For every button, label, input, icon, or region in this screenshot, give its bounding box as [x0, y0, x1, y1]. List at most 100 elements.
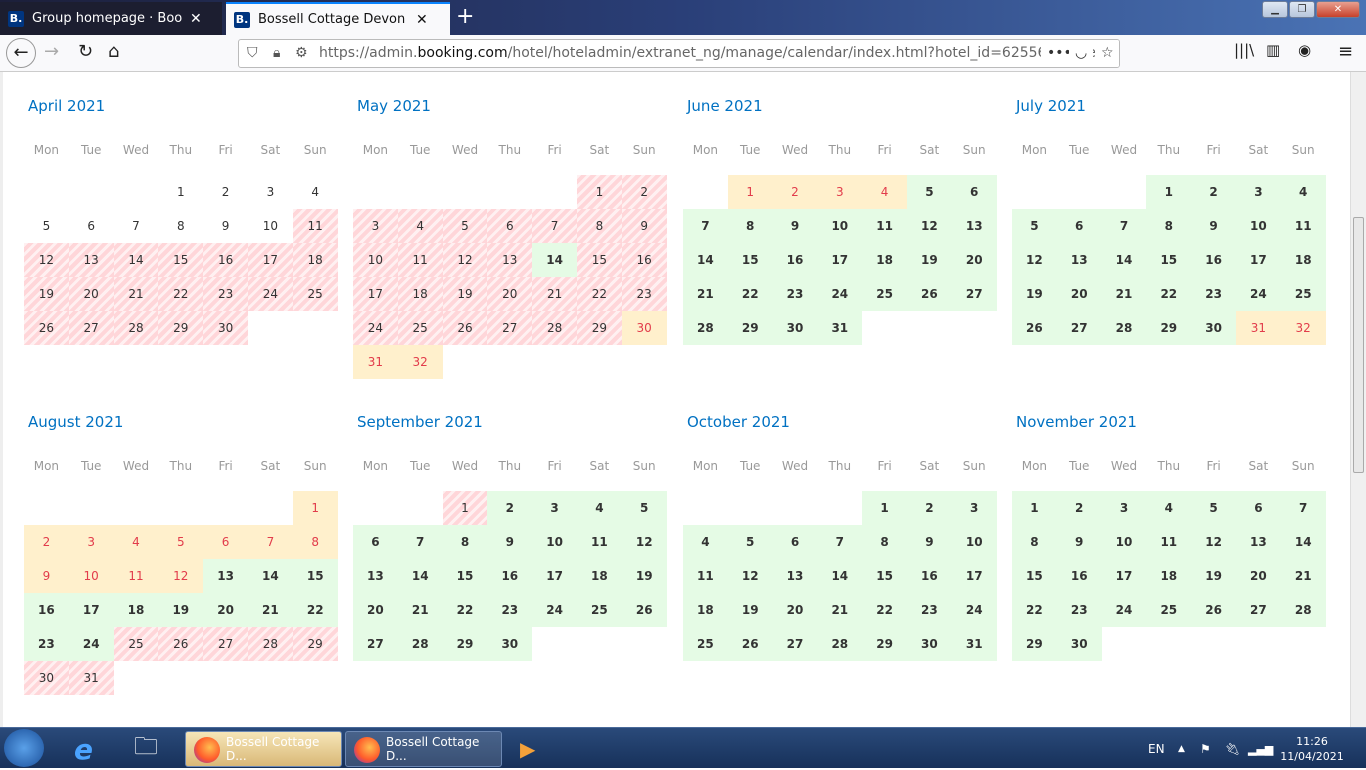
day-cell-open[interactable]: 12: [621, 525, 667, 559]
day-cell-open[interactable]: 1: [1012, 491, 1057, 525]
day-cell-open[interactable]: 25: [683, 627, 728, 661]
day-cell-open[interactable]: 29: [1146, 311, 1192, 345]
day-cell-open[interactable]: 16: [24, 593, 69, 627]
day-cell-open[interactable]: 16: [772, 243, 818, 277]
day-cell-open[interactable]: 12: [907, 209, 952, 243]
day-cell-closed[interactable]: 19: [442, 277, 488, 311]
day-cell-open[interactable]: 14: [397, 559, 443, 593]
day-cell-open[interactable]: 6: [353, 525, 398, 559]
day-cell-open[interactable]: 18: [862, 243, 907, 277]
day-cell-closed[interactable]: 21: [113, 277, 159, 311]
day-cell-booked[interactable]: 3: [68, 525, 114, 559]
day-cell-open[interactable]: 24: [1101, 593, 1147, 627]
day-cell-open[interactable]: 17: [1101, 559, 1147, 593]
day-cell-open[interactable]: 2: [1191, 175, 1236, 209]
day-cell-open[interactable]: 5: [1012, 209, 1057, 243]
day-cell-booked[interactable]: 12: [158, 559, 204, 593]
day-cell-closed[interactable]: 18: [292, 243, 338, 277]
day-cell-closed[interactable]: 23: [621, 277, 667, 311]
day-cell-open[interactable]: 24: [532, 593, 577, 627]
day-cell-open[interactable]: 7: [683, 209, 728, 243]
day-cell-open[interactable]: 10: [1236, 209, 1281, 243]
day-cell-open[interactable]: 15: [1146, 243, 1192, 277]
taskbar-window-2[interactable]: Bossell Cottage D...: [345, 731, 502, 767]
day-cell-open[interactable]: 18: [113, 593, 159, 627]
day-cell-open[interactable]: 1: [1146, 175, 1192, 209]
day-cell-open[interactable]: 15: [1012, 559, 1057, 593]
day-cell-closed[interactable]: 8: [577, 209, 622, 243]
day-cell-open[interactable]: 16: [907, 559, 952, 593]
back-button[interactable]: ←: [6, 38, 36, 68]
day-cell-closed[interactable]: 15: [577, 243, 622, 277]
day-cell-open[interactable]: 31: [817, 311, 863, 345]
day-cell-open[interactable]: 7: [1101, 209, 1147, 243]
day-cell-closed[interactable]: 24: [353, 311, 398, 345]
day-cell-open[interactable]: 2: [1056, 491, 1102, 525]
day-cell-closed[interactable]: 22: [158, 277, 204, 311]
day-cell-open[interactable]: 26: [1191, 593, 1236, 627]
day-cell-open[interactable]: 11: [683, 559, 728, 593]
day-cell-open[interactable]: 20: [353, 593, 398, 627]
day-cell-open[interactable]: 24: [68, 627, 114, 661]
day-cell-open[interactable]: 20: [203, 593, 248, 627]
day-cell-open[interactable]: 31: [951, 627, 997, 661]
day-cell-booked[interactable]: 2: [24, 525, 69, 559]
day-cell-open[interactable]: 25: [1280, 277, 1326, 311]
day-cell-closed[interactable]: 20: [68, 277, 114, 311]
day-cell-open[interactable]: 25: [862, 277, 907, 311]
day-cell-open[interactable]: 24: [1236, 277, 1281, 311]
day-cell-open[interactable]: 28: [817, 627, 863, 661]
day-cell-booked[interactable]: 4: [113, 525, 159, 559]
scrollbar[interactable]: [1350, 72, 1366, 727]
day-cell-open[interactable]: 17: [817, 243, 863, 277]
day-cell-booked[interactable]: 9: [24, 559, 69, 593]
day-cell-open[interactable]: 25: [1146, 593, 1192, 627]
day-cell-closed[interactable]: 25: [292, 277, 338, 311]
day-cell-open[interactable]: 13: [772, 559, 818, 593]
day-cell-open[interactable]: 3: [951, 491, 997, 525]
day-cell-open[interactable]: 19: [907, 243, 952, 277]
day-cell-open[interactable]: 8: [1146, 209, 1192, 243]
day-cell-closed[interactable]: 22: [577, 277, 622, 311]
day-cell-open[interactable]: 23: [772, 277, 818, 311]
close-tab-icon[interactable]: ✕: [416, 12, 428, 28]
day-cell-open[interactable]: 21: [1101, 277, 1147, 311]
day-cell-closed[interactable]: 7: [532, 209, 577, 243]
day-cell-open[interactable]: 3: [1101, 491, 1147, 525]
day-cell-open[interactable]: 6: [1236, 491, 1281, 525]
day-cell-open[interactable]: 3: [1236, 175, 1281, 209]
day-cell-closed[interactable]: 28: [532, 311, 577, 345]
day-cell-closed[interactable]: 20: [487, 277, 533, 311]
start-button[interactable]: [4, 729, 44, 767]
day-cell-past[interactable]: 3: [248, 175, 293, 209]
day-cell-booked[interactable]: 10: [68, 559, 114, 593]
day-cell-past[interactable]: 8: [158, 209, 203, 243]
day-cell-closed[interactable]: 11: [292, 209, 338, 243]
day-cell-open[interactable]: 2: [487, 491, 533, 525]
day-cell-open[interactable]: 28: [1101, 311, 1147, 345]
day-cell-open[interactable]: 24: [817, 277, 863, 311]
day-cell-open[interactable]: 14: [1280, 525, 1326, 559]
tab-calendar[interactable]: B. Bossell Cottage Devon · Calendar ✕: [226, 2, 450, 35]
day-cell-closed[interactable]: 23: [203, 277, 248, 311]
day-cell-open[interactable]: 23: [1191, 277, 1236, 311]
scrollbar-thumb[interactable]: [1353, 217, 1364, 473]
day-cell-open[interactable]: 4: [577, 491, 622, 525]
day-cell-open[interactable]: 19: [621, 559, 667, 593]
day-cell-open[interactable]: 18: [683, 593, 728, 627]
day-cell-closed[interactable]: 27: [68, 311, 114, 345]
day-cell-open[interactable]: 13: [1236, 525, 1281, 559]
day-cell-open[interactable]: 5: [1191, 491, 1236, 525]
day-cell-open[interactable]: 4: [1146, 491, 1192, 525]
day-cell-open[interactable]: 8: [862, 525, 907, 559]
day-cell-open[interactable]: 30: [772, 311, 818, 345]
day-cell-open[interactable]: 17: [951, 559, 997, 593]
power-icon[interactable]: 🔌︎: [1225, 731, 1240, 767]
day-cell-open[interactable]: 4: [1280, 175, 1326, 209]
day-cell-closed[interactable]: 30: [24, 661, 69, 695]
day-cell-open[interactable]: 9: [1056, 525, 1102, 559]
day-cell-open[interactable]: 17: [1236, 243, 1281, 277]
day-cell-open[interactable]: 15: [862, 559, 907, 593]
day-cell-booked[interactable]: 31: [1236, 311, 1281, 345]
day-cell-open[interactable]: 22: [727, 277, 773, 311]
